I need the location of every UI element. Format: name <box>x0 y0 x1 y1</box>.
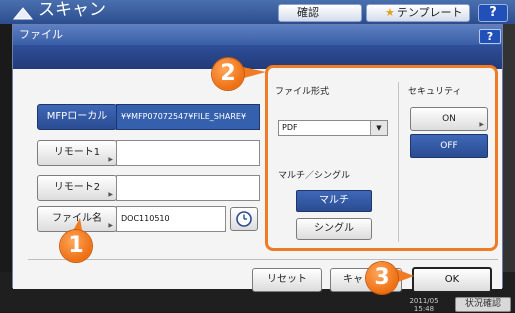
callout-marker-2: 2 <box>212 58 244 90</box>
callout-marker-1: 1 <box>60 230 92 262</box>
callout-marker-3: 3 <box>366 262 398 294</box>
callout-pointers <box>70 66 414 282</box>
